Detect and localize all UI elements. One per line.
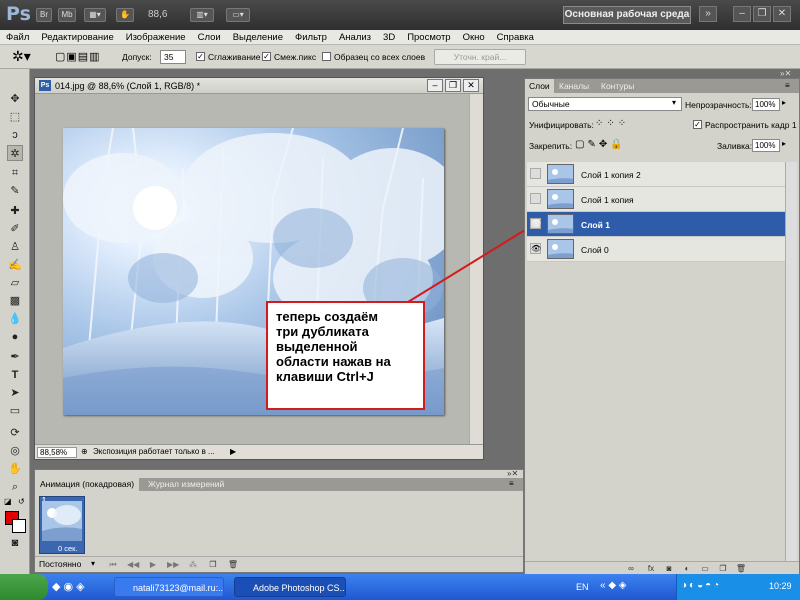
layer-thumbnail	[547, 214, 574, 234]
tab-paths[interactable]: Контуры	[597, 79, 638, 93]
frame-delay[interactable]: 0 сек.	[58, 544, 78, 553]
layer-row[interactable]: Слой 1 копия 2	[527, 162, 785, 187]
layer-thumbnail-image	[548, 240, 573, 258]
panel-collapse-icon[interactable]: »✕	[780, 69, 791, 78]
next-frame-icon[interactable]: ▶▶	[167, 559, 179, 570]
tab-animation[interactable]: Анимация (покадровая)	[35, 478, 140, 491]
callout-arrow	[407, 221, 539, 303]
propagate-frame-checkbox[interactable]: ✓	[693, 120, 702, 129]
opacity-dropdown-icon[interactable]: ▸	[782, 98, 786, 107]
tray-extra-icons[interactable]: « ◆ ◈	[600, 580, 627, 591]
layers-panel: Слои Каналы Контуры ≡ Обычные ▾ Непрозра…	[524, 78, 800, 574]
layer-row[interactable]: Слой 1 копия	[527, 187, 785, 212]
delete-layer-icon[interactable]: 🗑	[735, 563, 747, 574]
windows-taskbar: ◆ ◉ ◈ natali73123@mail.ru:... Adobe Phot…	[0, 574, 800, 600]
loop-option[interactable]: Постоянно	[39, 559, 81, 569]
duplicate-frame-icon[interactable]: ❐	[207, 559, 219, 570]
tab-measurement-log[interactable]: Журнал измерений	[143, 478, 229, 491]
previous-frame-icon[interactable]: ◀◀	[127, 559, 139, 570]
frame-thumbnail	[42, 501, 82, 541]
system-tray: ◑◐◒◓◔ 10:29	[676, 574, 800, 600]
layers-panel-menu-icon[interactable]: ≡	[785, 81, 790, 90]
tray-icons[interactable]: ◑◐◒◓◔	[681, 580, 721, 591]
eye-icon[interactable]: 👁	[530, 243, 541, 254]
layer-style-icon[interactable]: fx	[645, 563, 657, 574]
adjustment-layer-icon[interactable]: ◐	[681, 563, 693, 574]
animation-frame[interactable]: 1 0 сек.	[39, 496, 85, 554]
link-layers-icon[interactable]: ∞	[625, 563, 637, 574]
tween-icon[interactable]: ⁂	[187, 559, 199, 570]
eye-icon[interactable]: 👁	[530, 218, 541, 229]
fill-label: Заливка:	[717, 141, 753, 151]
animation-controls: Постоянно ▾ ⏮ ◀◀ ▶ ▶▶ ⁂ ❐ 🗑	[35, 556, 523, 572]
visibility-toggle[interactable]	[530, 193, 541, 204]
unify-label: Унифицировать:	[529, 120, 594, 130]
layer-name: Слой 0	[581, 245, 609, 255]
fill-dropdown-icon[interactable]: ▸	[782, 139, 786, 148]
start-button[interactable]	[0, 574, 48, 600]
layer-name: Слой 1	[581, 220, 610, 230]
layers-scrollbar[interactable]	[785, 162, 797, 563]
opacity-input[interactable]: 100%	[752, 98, 780, 111]
fill-input[interactable]: 100%	[752, 139, 780, 152]
anim-panel-menu-icon[interactable]: ≡	[509, 479, 514, 488]
clock[interactable]: 10:29	[769, 581, 792, 591]
animation-panel: »✕ Анимация (покадровая) Журнал измерени…	[34, 469, 524, 573]
layer-mask-icon[interactable]: ◙	[663, 563, 675, 574]
layer-thumbnail-image	[548, 215, 573, 233]
layer-thumbnail-image	[548, 190, 573, 208]
tab-layers[interactable]: Слои	[525, 79, 554, 93]
layer-row[interactable]: 👁 Слой 0	[527, 237, 785, 262]
layer-thumbnail-image	[548, 165, 573, 183]
visibility-toggle[interactable]	[530, 168, 541, 179]
frame-thumbnail-image	[42, 501, 82, 541]
layer-row-selected[interactable]: 👁 Слой 1	[527, 212, 785, 237]
blend-mode-select[interactable]: Обычные	[528, 97, 682, 111]
layer-name: Слой 1 копия 2	[581, 170, 641, 180]
layer-thumbnail	[547, 164, 574, 184]
callout-text: теперь создаём три дубликата выделенной …	[276, 309, 391, 384]
layer-thumbnail	[547, 239, 574, 259]
unify-icons[interactable]: ⁘⁘⁘	[595, 118, 629, 129]
delete-frame-icon[interactable]: 🗑	[227, 559, 239, 570]
opacity-label: Непрозрачность:	[685, 100, 752, 110]
anim-collapse-icon[interactable]: »✕	[507, 469, 518, 478]
language-indicator[interactable]: EN	[576, 582, 589, 592]
blend-dropdown-icon[interactable]: ▾	[672, 98, 676, 107]
new-group-icon[interactable]: ▭	[699, 563, 711, 574]
new-layer-icon[interactable]: ❐	[717, 563, 729, 574]
right-panel-dock: »✕ Слои Каналы Контуры ≡ Обычные ▾ Непро…	[524, 69, 800, 574]
instruction-callout: теперь создаём три дубликата выделенной …	[266, 301, 425, 410]
layer-thumbnail	[547, 189, 574, 209]
loop-dropdown-icon[interactable]: ▾	[91, 559, 95, 568]
taskbar-mail-window[interactable]: natali73123@mail.ru:...	[114, 577, 224, 597]
taskbar-photoshop-window[interactable]: Adobe Photoshop CS...	[234, 577, 346, 597]
first-frame-icon[interactable]: ⏮	[107, 559, 119, 570]
layers-panel-footer: ∞ fx ◙ ◐ ▭ ❐ 🗑	[525, 561, 799, 574]
animation-tab-bar: Анимация (покадровая) Журнал измерений ≡	[35, 478, 523, 491]
layers-list: Слой 1 копия 2 Слой 1 копия 👁 Слой 1 👁 С…	[527, 162, 785, 262]
layer-name: Слой 1 копия	[581, 195, 634, 205]
lock-label: Закрепить:	[529, 141, 573, 151]
tab-channels[interactable]: Каналы	[555, 79, 593, 93]
play-icon[interactable]: ▶	[147, 559, 159, 570]
lock-icons[interactable]: ▢✎✥🔒	[575, 139, 626, 150]
quicklaunch-icons[interactable]: ◆ ◉ ◈	[52, 580, 85, 593]
layers-tab-bar: Слои Каналы Контуры ≡	[525, 79, 799, 93]
propagate-frame-label: Распространить кадр 1	[705, 120, 797, 130]
